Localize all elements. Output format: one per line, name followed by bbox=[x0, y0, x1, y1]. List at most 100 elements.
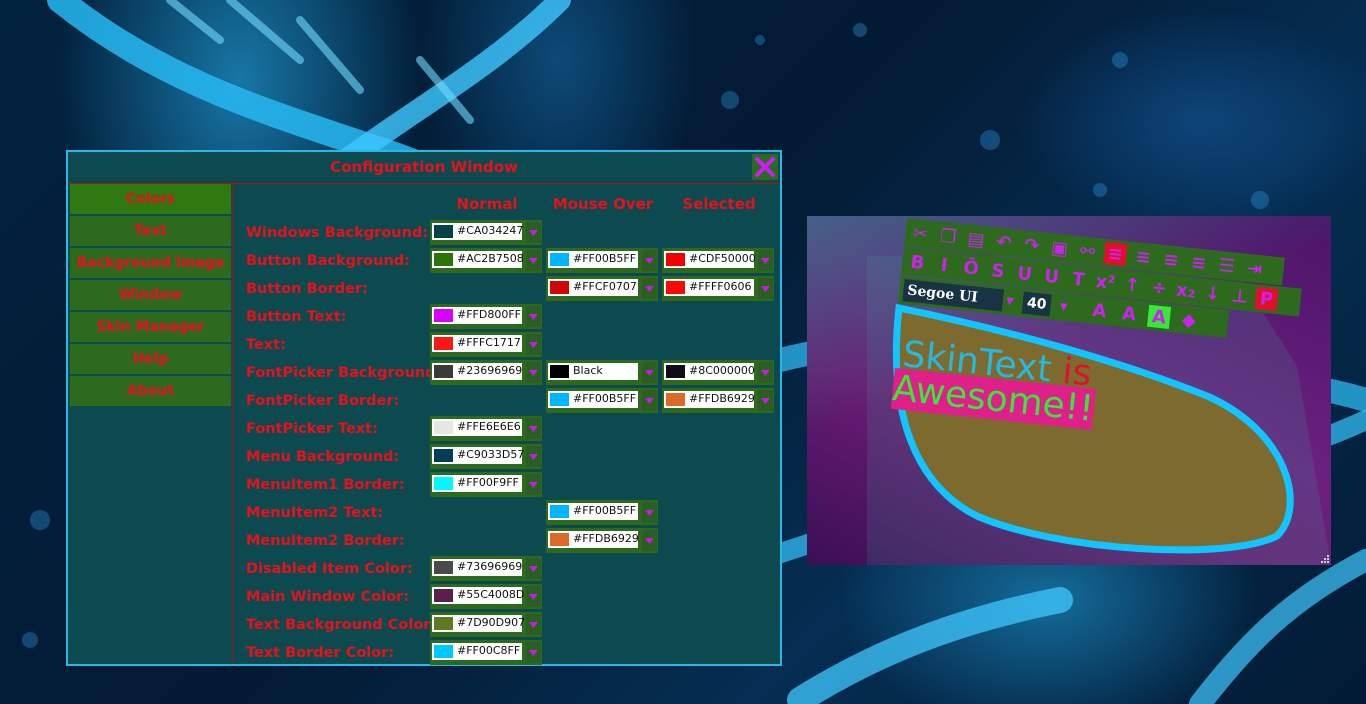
dropdown-button[interactable] bbox=[526, 222, 541, 243]
undo-icon[interactable]: ↶ bbox=[992, 230, 1016, 254]
dropdown-button[interactable] bbox=[642, 502, 657, 523]
color-value-box[interactable]: #FF00F9FF bbox=[432, 475, 522, 492]
color-value-box[interactable]: #C9033D57 bbox=[432, 447, 524, 464]
color-value-box[interactable]: #23696969 bbox=[432, 363, 522, 380]
color-picker-mouse-over[interactable]: Black bbox=[546, 360, 658, 385]
sidebar-item-window[interactable]: Window bbox=[70, 280, 231, 310]
color-picker-mouse-over[interactable]: #FF00B5FF bbox=[546, 500, 658, 525]
color-value-box[interactable]: #FFCF0707 bbox=[548, 279, 638, 296]
dropdown-button[interactable] bbox=[642, 362, 657, 383]
dropdown-button[interactable] bbox=[526, 334, 541, 355]
dropdown-button[interactable] bbox=[758, 390, 773, 411]
color-picker-mouse-over[interactable]: #FF00B5FF bbox=[546, 248, 658, 273]
shrink-font-icon[interactable]: A bbox=[1117, 302, 1141, 326]
color-value-box[interactable]: #FFFC1717 bbox=[432, 335, 522, 352]
font-name-picker[interactable]: Segoe UI bbox=[902, 279, 1005, 312]
underline-icon[interactable]: U bbox=[1013, 262, 1037, 286]
dropdown-button[interactable] bbox=[758, 278, 773, 299]
color-value-box[interactable]: #8C000000 bbox=[664, 363, 755, 380]
bold-icon[interactable]: B bbox=[905, 250, 929, 274]
superscript-icon[interactable]: x² bbox=[1093, 270, 1117, 294]
dropdown-button[interactable] bbox=[642, 390, 657, 411]
font-size-dropdown-icon[interactable]: ▼ bbox=[1051, 295, 1075, 319]
double-underline-icon[interactable]: U bbox=[1040, 264, 1064, 288]
color-value-box[interactable]: #7D90D907 bbox=[432, 615, 525, 632]
redo-icon[interactable]: ↷ bbox=[1020, 233, 1044, 257]
color-value-box[interactable]: Black bbox=[548, 363, 638, 380]
resize-grip-icon[interactable] bbox=[1319, 553, 1329, 563]
color-picker-selected[interactable]: #8C000000 bbox=[662, 360, 774, 385]
dropdown-button[interactable] bbox=[526, 446, 541, 467]
list-icon[interactable]: ☰ bbox=[1215, 254, 1239, 278]
paste-icon[interactable]: ▤ bbox=[964, 227, 988, 251]
dropdown-button[interactable] bbox=[526, 474, 541, 495]
color-picker-selected[interactable]: #FFDB6929 bbox=[662, 388, 774, 413]
dropdown-button[interactable] bbox=[642, 250, 657, 271]
sidebar-item-text[interactable]: Text bbox=[70, 216, 231, 246]
copy-icon[interactable]: ❐ bbox=[936, 224, 960, 248]
dropdown-button[interactable] bbox=[642, 530, 657, 551]
color-value-box[interactable]: #FFDB6929 bbox=[664, 391, 755, 408]
baseline-bottom-icon[interactable]: ⊥ bbox=[1228, 284, 1252, 308]
color-value-box[interactable]: #FF00B5FF bbox=[548, 391, 638, 408]
font-name-dropdown-icon[interactable]: ▼ bbox=[998, 289, 1022, 313]
dropdown-button[interactable] bbox=[758, 362, 773, 383]
link-icon[interactable]: ⚯ bbox=[1075, 239, 1099, 263]
overline-icon[interactable]: Ō bbox=[959, 256, 983, 280]
baseline-down-icon[interactable]: ↓ bbox=[1201, 281, 1225, 305]
color-value-box[interactable]: #FFD800FF bbox=[432, 307, 522, 324]
font-size-picker[interactable]: 40 bbox=[1021, 291, 1052, 317]
color-picker-normal[interactable]: #7D90D907 bbox=[430, 612, 542, 637]
color-value-box[interactable]: #CDF50000 bbox=[664, 251, 756, 268]
dropdown-button[interactable] bbox=[758, 250, 773, 271]
dropdown-button[interactable] bbox=[526, 558, 541, 579]
color-picker-normal[interactable]: #FFD800FF bbox=[430, 304, 542, 329]
subscript-icon[interactable]: x₂ bbox=[1174, 278, 1198, 302]
color-picker-mouse-over[interactable]: #FFCF0707 bbox=[546, 276, 658, 301]
dropdown-button[interactable] bbox=[526, 614, 541, 635]
color-value-box[interactable]: #FF00B5FF bbox=[548, 503, 638, 520]
sidebar-item-about[interactable]: About bbox=[70, 376, 231, 406]
text-up-icon[interactable]: T bbox=[1066, 267, 1090, 291]
color-picker-normal[interactable]: #73696969 bbox=[430, 556, 542, 581]
align-center-icon[interactable]: ≡ bbox=[1131, 245, 1155, 269]
font-color-icon[interactable]: A bbox=[1146, 304, 1172, 329]
sidebar-item-background-image[interactable]: Background Image bbox=[70, 248, 231, 278]
highlight-color-icon[interactable]: ◆ bbox=[1177, 308, 1201, 332]
strikethrough-icon[interactable]: S bbox=[986, 259, 1010, 283]
color-value-box[interactable]: #73696969 bbox=[432, 559, 522, 576]
color-picker-selected[interactable]: #FFFF0606 bbox=[662, 276, 774, 301]
color-value-box[interactable]: #55C4008D bbox=[432, 587, 524, 604]
color-value-box[interactable]: #FFDB6929 bbox=[548, 531, 639, 548]
grow-font-icon[interactable]: A bbox=[1087, 299, 1111, 323]
color-picker-normal[interactable]: #55C4008D bbox=[430, 584, 542, 609]
align-right-icon[interactable]: ≡ bbox=[1159, 248, 1183, 272]
sidebar-item-skin-manager[interactable]: Skin Manager bbox=[70, 312, 231, 342]
align-left-icon[interactable]: ≡ bbox=[1103, 241, 1128, 267]
image-icon[interactable]: ▣ bbox=[1048, 236, 1072, 260]
window-titlebar[interactable]: Configuration Window bbox=[68, 152, 780, 184]
color-picker-selected[interactable]: #CDF50000 bbox=[662, 248, 774, 273]
italic-icon[interactable]: I bbox=[932, 253, 956, 277]
color-picker-mouse-over[interactable]: #FFDB6929 bbox=[546, 528, 658, 553]
color-picker-normal[interactable]: #23696969 bbox=[430, 360, 542, 385]
baseline-center-icon[interactable]: ÷ bbox=[1147, 276, 1171, 300]
dropdown-button[interactable] bbox=[526, 306, 541, 327]
color-picker-normal[interactable]: #FF00C8FF bbox=[430, 640, 542, 665]
dropdown-button[interactable] bbox=[642, 278, 657, 299]
indent-icon[interactable]: ⇥ bbox=[1243, 257, 1267, 281]
dropdown-button[interactable] bbox=[526, 418, 541, 439]
sidebar-item-colors[interactable]: Colors bbox=[70, 184, 231, 214]
close-button[interactable] bbox=[752, 154, 778, 180]
dropdown-button[interactable] bbox=[526, 642, 541, 663]
justify-icon[interactable]: ≡ bbox=[1187, 251, 1211, 275]
color-picker-normal[interactable]: #FFE6E6E6 bbox=[430, 416, 542, 441]
baseline-up-icon[interactable]: ↑ bbox=[1120, 273, 1144, 297]
dropdown-button[interactable] bbox=[526, 586, 541, 607]
color-value-box[interactable]: #FFFF0606 bbox=[664, 279, 754, 296]
color-picker-normal[interactable]: #C9033D57 bbox=[430, 444, 542, 469]
sidebar-item-help[interactable]: Help bbox=[70, 344, 231, 374]
dropdown-button[interactable] bbox=[526, 250, 541, 271]
color-picker-mouse-over[interactable]: #FF00B5FF bbox=[546, 388, 658, 413]
color-value-box[interactable]: #FF00B5FF bbox=[548, 251, 638, 268]
